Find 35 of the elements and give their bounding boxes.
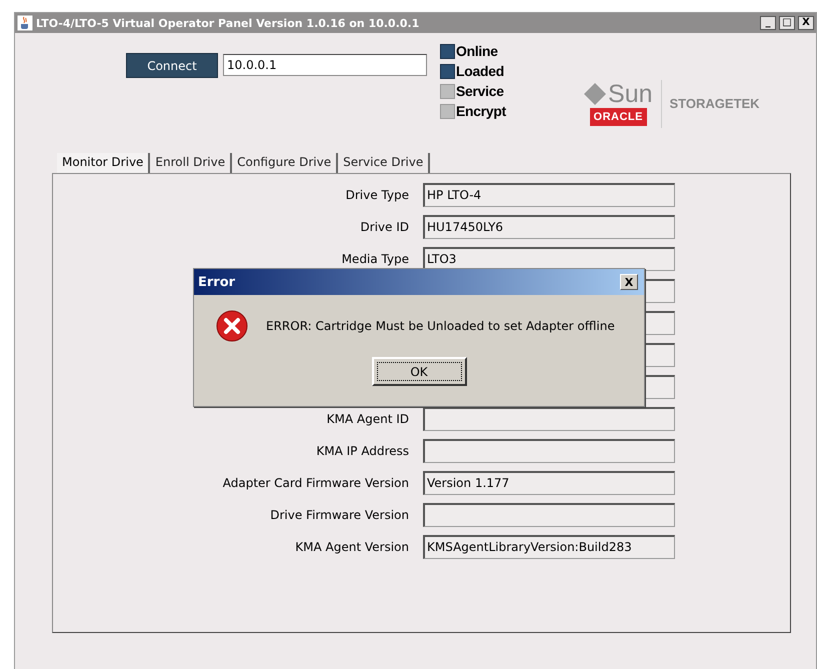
field-label: Drive Type — [344, 188, 409, 202]
field-label: KMA Agent Version — [294, 540, 409, 554]
error-message: ERROR: Cartridge Must be Unloaded to set Adapter offline — [266, 319, 615, 333]
field-label: Drive ID — [359, 220, 409, 234]
tab[interactable]: Monitor Drive — [57, 153, 150, 173]
field-label: Adapter Card Firmware Version — [222, 476, 409, 490]
field-label: KMA IP Address — [315, 444, 409, 458]
field-label: Drive Firmware Version — [269, 508, 409, 522]
dialog-title: Error — [198, 274, 236, 290]
read-only-field: HP LTO-4 — [423, 183, 675, 207]
ok-button[interactable]: OK — [372, 357, 466, 386]
diamond-icon — [584, 83, 606, 105]
close-button[interactable]: X — [620, 274, 638, 290]
read-only-field: KMSAgentLibraryVersion:Build283 — [423, 535, 675, 559]
window-title: LTO-4/LTO-5 Virtual Operator Panel Version 1.0.16 on 10.0.0.1 — [36, 16, 420, 30]
status-label: Service — [456, 83, 504, 99]
error-icon — [216, 310, 248, 342]
status-label: Encrypt — [456, 103, 506, 119]
connect-button[interactable]: Connect — [126, 53, 218, 78]
status-label: Loaded — [456, 63, 504, 79]
tab[interactable]: Service Drive — [338, 153, 430, 173]
status-label: Online — [456, 43, 498, 59]
maximize-button[interactable]: □ — [779, 16, 795, 30]
close-button[interactable]: X — [798, 16, 814, 30]
address-field[interactable]: 10.0.0.1 — [223, 54, 427, 76]
logo-text: Sun — [608, 81, 653, 107]
field-label: Media Type — [340, 252, 409, 266]
tab[interactable]: Configure Drive — [232, 153, 338, 173]
logo-badge: ORACLE — [590, 108, 647, 126]
tab[interactable]: Enroll Drive — [150, 153, 232, 173]
minimize-button[interactable]: _ — [760, 16, 776, 30]
logo-text: STORAGETEK — [670, 96, 760, 111]
field-label: KMA Agent ID — [326, 412, 409, 426]
read-only-field: HU17450LY6 — [423, 215, 675, 239]
read-only-field: Version 1.177 — [423, 471, 675, 495]
